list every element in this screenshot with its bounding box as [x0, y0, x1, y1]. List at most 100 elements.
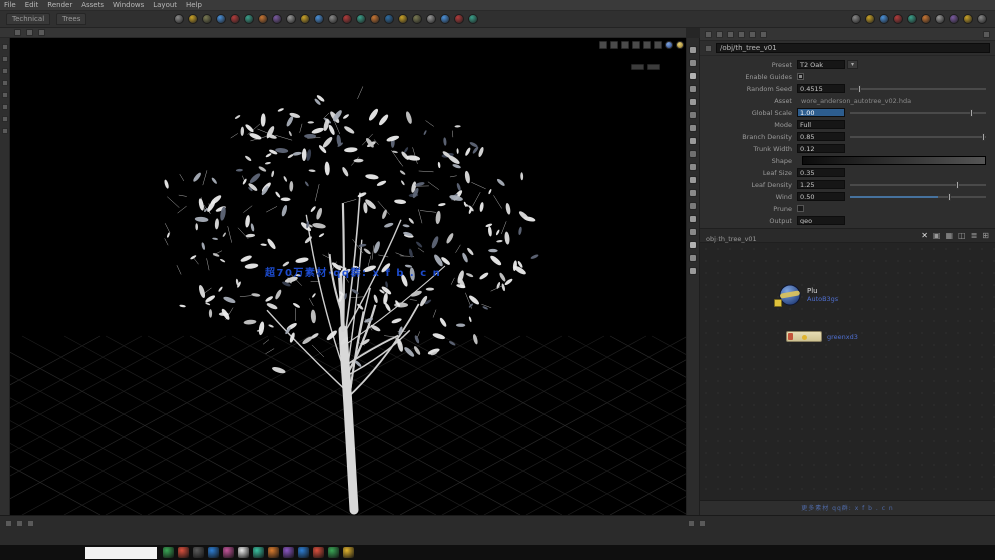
snap-icon[interactable]: [1, 104, 8, 110]
recent-icon[interactable]: [749, 30, 756, 38]
taskbar-app-icon[interactable]: [223, 547, 234, 558]
param-field[interactable]: T2 Oak: [797, 60, 845, 69]
play-icon[interactable]: [5, 520, 12, 527]
menu-file[interactable]: File: [4, 1, 16, 9]
param-checkbox[interactable]: [797, 73, 804, 80]
param-field[interactable]: 1.00: [797, 108, 845, 117]
help-icon[interactable]: [760, 30, 767, 38]
viewport-side-icon[interactable]: [689, 72, 697, 80]
grid-icon[interactable]: ▦: [945, 231, 953, 240]
shelf-tool-icon[interactable]: [314, 14, 325, 24]
shelf-tool-icon[interactable]: [300, 14, 311, 24]
viewport-side-icon[interactable]: [689, 228, 697, 236]
pane-maximize-icon[interactable]: [688, 520, 695, 527]
viewport-side-icon[interactable]: [689, 150, 697, 158]
shelf-tool-icon[interactable]: [440, 14, 451, 24]
shelf-tool-icon[interactable]: [921, 14, 931, 24]
layout-icon[interactable]: ◫: [958, 231, 966, 240]
snap-icon[interactable]: ⊞: [982, 231, 989, 240]
taskbar-app-icon[interactable]: [238, 547, 249, 558]
shelf-tool-icon[interactable]: [935, 14, 945, 24]
shelf-tool-icon[interactable]: [230, 14, 241, 24]
shelf-tool-icon[interactable]: [907, 14, 917, 24]
viewport-chip[interactable]: [647, 64, 660, 70]
taskbar-app-icon[interactable]: [193, 547, 204, 558]
gizmo-icon[interactable]: [654, 40, 662, 49]
taskbar-app-icon[interactable]: [253, 547, 264, 558]
shelf-tool-icon[interactable]: [286, 14, 297, 24]
viewport-side-icon[interactable]: [689, 202, 697, 210]
list-icon[interactable]: ≣: [971, 231, 978, 240]
viewport-side-icon[interactable]: [689, 124, 697, 132]
viewport-side-icon[interactable]: [689, 137, 697, 145]
param-field[interactable]: Full: [797, 120, 845, 129]
taskbar-app-icon[interactable]: [208, 547, 219, 558]
taskbar-app-icon[interactable]: [343, 547, 354, 558]
param-slider[interactable]: [850, 192, 986, 201]
select-icon[interactable]: [1, 44, 8, 50]
slider-handle[interactable]: [969, 108, 973, 117]
split-icon[interactable]: [26, 29, 33, 36]
param-menu-button[interactable]: ▾: [847, 60, 858, 69]
taskbar-window-thumbnail[interactable]: [85, 547, 157, 559]
shelf-tab[interactable]: Trees: [56, 13, 87, 25]
shelf-tool-icon[interactable]: [174, 14, 185, 24]
param-field[interactable]: 0.85: [797, 132, 845, 141]
frame-icon[interactable]: ▣: [933, 231, 941, 240]
shelf-tool-icon[interactable]: [384, 14, 395, 24]
taskbar-app-icon[interactable]: [328, 547, 339, 558]
shelf-tool-icon[interactable]: [468, 14, 479, 24]
taskbar-app-icon[interactable]: [268, 547, 279, 558]
viewport-side-icon[interactable]: [689, 59, 697, 67]
light-icon[interactable]: [632, 40, 640, 49]
pane-split-icon[interactable]: [699, 520, 706, 527]
shaded-mode-icon[interactable]: [665, 40, 673, 49]
node-sphere-object[interactable]: Plu AutoB3gs: [774, 283, 838, 307]
param-field[interactable]: 0.35: [797, 168, 845, 177]
param-slider[interactable]: [850, 132, 986, 141]
shelf-tool-icon[interactable]: [398, 14, 409, 24]
network-editor-canvas[interactable]: Plu AutoB3gs greenxd3: [700, 243, 995, 501]
viewport-side-icon[interactable]: [689, 189, 697, 197]
shelf-tool-icon[interactable]: [412, 14, 423, 24]
shelf-tool-icon[interactable]: [342, 14, 353, 24]
shelf-tool-icon[interactable]: [202, 14, 213, 24]
gear-icon[interactable]: [727, 30, 734, 38]
collapse-icon[interactable]: [983, 30, 990, 38]
param-field[interactable]: 0.4515: [797, 84, 845, 93]
taskbar-app-icon[interactable]: [298, 547, 309, 558]
tab-icon[interactable]: [716, 30, 723, 38]
viewport-side-icon[interactable]: [689, 241, 697, 249]
param-checkbox[interactable]: [797, 205, 804, 212]
param-field[interactable]: geo: [797, 216, 845, 225]
param-slider[interactable]: [850, 180, 986, 189]
camera-icon[interactable]: [599, 40, 607, 49]
viewport-side-icon[interactable]: [689, 111, 697, 119]
node-flag-badge[interactable]: [774, 299, 782, 307]
viewport-side-icon[interactable]: [689, 98, 697, 106]
shelf-tool-icon[interactable]: [188, 14, 199, 24]
node-path-field[interactable]: /obj/th_tree_v01: [716, 43, 990, 53]
menu-assets[interactable]: Assets: [81, 1, 104, 9]
shelf-tool-icon[interactable]: [893, 14, 903, 24]
param-field[interactable]: 1.25: [797, 180, 845, 189]
menu-render[interactable]: Render: [47, 1, 72, 9]
taskbar-app-icon[interactable]: [283, 547, 294, 558]
shade-icon[interactable]: [610, 40, 618, 49]
menu-windows[interactable]: Windows: [113, 1, 144, 9]
node-geometry-box[interactable]: greenxd3: [786, 331, 858, 342]
layout-icon[interactable]: [14, 29, 21, 36]
shelf-tool-icon[interactable]: [949, 14, 959, 24]
loop-icon[interactable]: [16, 520, 23, 527]
close-icon[interactable]: ✕: [921, 231, 928, 240]
slider-handle[interactable]: [858, 84, 862, 93]
viewport-side-icon[interactable]: [689, 163, 697, 171]
translate-icon[interactable]: [1, 56, 8, 62]
shelf-tool-icon[interactable]: [851, 14, 861, 24]
viewport-side-icon[interactable]: [689, 85, 697, 93]
shelf-tool-icon[interactable]: [356, 14, 367, 24]
param-slider[interactable]: [850, 84, 986, 93]
viewport-side-icon[interactable]: [689, 215, 697, 223]
viewport-side-icon[interactable]: [689, 176, 697, 184]
shelf-tool-icon[interactable]: [865, 14, 875, 24]
